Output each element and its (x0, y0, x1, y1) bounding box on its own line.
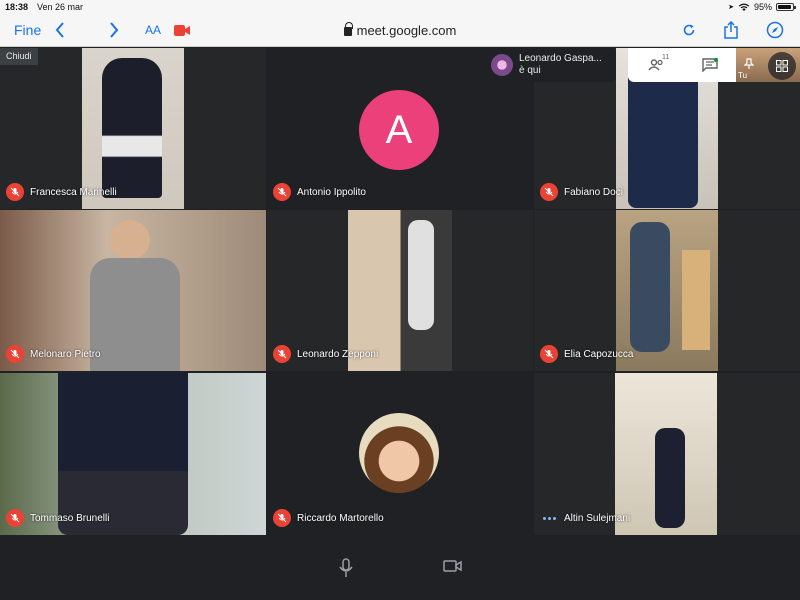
tabs-button[interactable] (764, 18, 786, 42)
participant-tile[interactable]: Francesca Marinelli (0, 48, 266, 209)
screen: 18:38 Ven 26 mar ➤ 95% Fine AA meet.goog… (0, 0, 800, 600)
status-bar: 18:38 Ven 26 mar ➤ 95% (0, 0, 800, 14)
mic-off-icon (273, 509, 291, 527)
participant-label: Antonio Ippolito (273, 183, 366, 201)
participant-name: Melonaro Pietro (30, 348, 101, 360)
notification-message: è qui (519, 65, 541, 76)
participant-tile[interactable]: Tommaso Brunelli (0, 373, 266, 535)
participant-label: Leonardo Zepponi (273, 345, 378, 363)
join-notification: Leonardo Gaspa... è qui (486, 48, 616, 82)
microphone-button[interactable] (338, 558, 354, 578)
browser-toolbar: Fine AA meet.google.com (0, 14, 800, 47)
layout-button[interactable] (768, 52, 796, 80)
participant-count: 11 (662, 54, 670, 61)
mic-off-icon (6, 345, 24, 363)
mic-off-icon (273, 183, 291, 201)
reload-icon (683, 24, 695, 36)
participant-label: Elia Capozucca (540, 345, 633, 363)
share-icon (724, 21, 738, 39)
text-size-button[interactable]: AA (144, 18, 162, 42)
self-label: Tu (738, 71, 748, 80)
participant-name: Riccardo Martorello (297, 512, 384, 524)
microphone-icon (339, 558, 353, 577)
avatar (491, 54, 513, 76)
chevron-left-icon (55, 22, 64, 38)
address-bar[interactable]: meet.google.com (250, 20, 550, 40)
participant-label: Francesca Marinelli (6, 183, 117, 201)
avatar: A (359, 90, 439, 170)
grid-icon (776, 60, 788, 72)
status-date: Ven 26 mar (37, 2, 84, 12)
bottom-controls (0, 536, 800, 600)
participant-tile[interactable]: Leonardo Zepponi (267, 210, 533, 371)
chevron-right-icon (110, 22, 119, 38)
mic-off-icon (6, 183, 24, 201)
participant-tile[interactable]: Riccardo Martorello (267, 373, 533, 535)
mic-off-icon (540, 183, 558, 201)
share-button[interactable] (720, 18, 742, 42)
participant-name: Tommaso Brunelli (30, 512, 110, 524)
participant-tile[interactable]: Melonaro Pietro (0, 210, 266, 371)
status-right: ➤ 95% (728, 2, 796, 12)
compass-icon (766, 21, 784, 39)
participant-name: Fabiano Doci (564, 186, 623, 198)
participant-tile[interactable]: Elia Capozucca (534, 210, 800, 371)
lock-icon (343, 22, 353, 36)
avatar (359, 413, 439, 493)
participant-label: Tommaso Brunelli (6, 509, 109, 527)
participant-label: Fabiano Doci (540, 183, 623, 201)
forward-button[interactable] (104, 18, 124, 42)
participant-tile[interactable]: Altin Sulejmani (534, 373, 800, 535)
battery-icon (776, 3, 796, 11)
chat-icon (702, 58, 718, 72)
status-time: 18:38 (5, 2, 29, 12)
participant-label: Altin Sulejmani (540, 509, 630, 527)
reload-button[interactable] (678, 18, 700, 42)
notification-text: Leonardo Gaspa... è qui (519, 53, 614, 77)
meeting-controls: 11 (628, 48, 736, 82)
chat-button[interactable] (700, 56, 720, 74)
pin-icon[interactable] (743, 58, 756, 70)
participant-name: Altin Sulejmani (564, 512, 631, 524)
camera-button[interactable] (443, 558, 463, 578)
mic-off-icon (540, 345, 558, 363)
mic-off-icon (273, 345, 291, 363)
video-feed (90, 210, 190, 371)
participant-name: Leonardo Zepponi (297, 348, 379, 360)
mic-off-icon (6, 509, 24, 527)
participant-label: Riccardo Martorello (273, 509, 384, 527)
close-button[interactable]: Chiudi (0, 48, 38, 65)
done-button[interactable]: Fine (14, 18, 41, 42)
battery-percent: 95% (753, 2, 772, 12)
participant-name: Francesca Marinelli (30, 186, 117, 198)
participant-name: Antonio Ippolito (297, 186, 366, 198)
camera-indicator-button[interactable] (172, 18, 192, 42)
participant-name: Elia Capozucca (564, 348, 634, 360)
participant-label: Melonaro Pietro (6, 345, 101, 363)
url-text: meet.google.com (356, 22, 457, 38)
video-camera-icon (443, 560, 462, 572)
back-button[interactable] (50, 18, 70, 42)
video-camera-icon (174, 24, 190, 36)
wifi-icon (738, 3, 750, 11)
video-feed (615, 373, 717, 535)
notification-name: Leonardo Gaspa... (519, 53, 602, 64)
location-icon: ➤ (728, 4, 734, 11)
audio-activity-icon (540, 509, 558, 527)
